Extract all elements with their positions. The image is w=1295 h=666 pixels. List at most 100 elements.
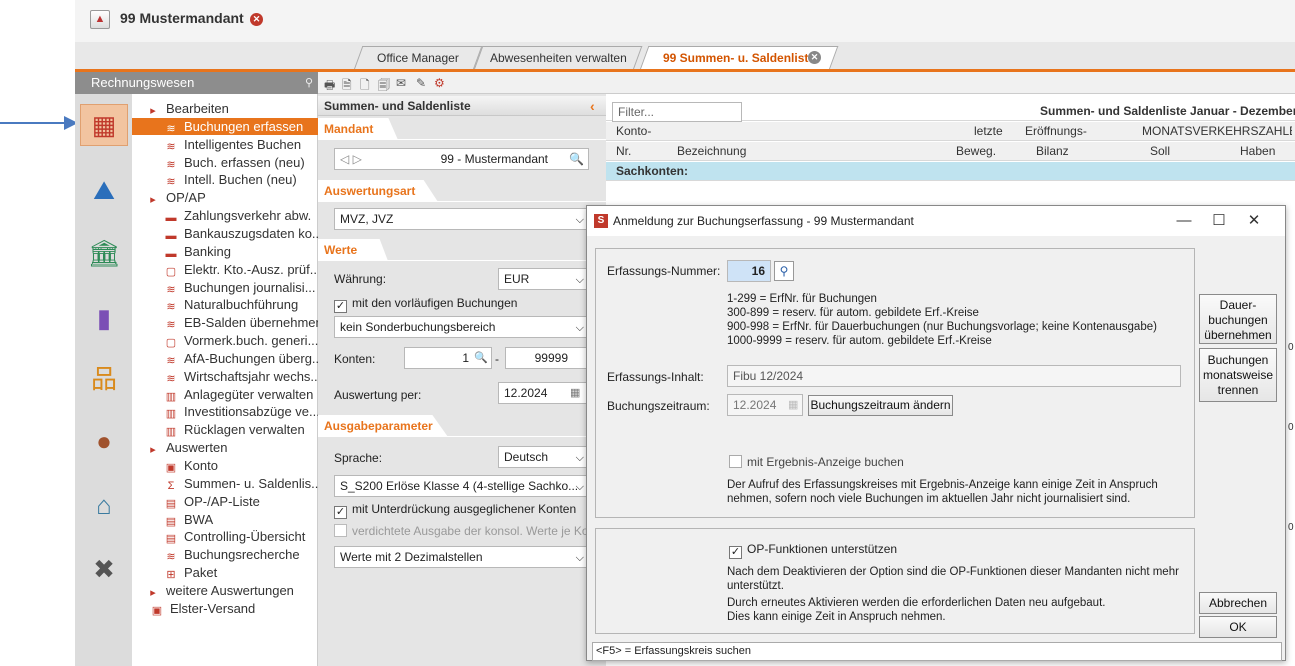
section-auswertungsart: Auswertungsart	[318, 180, 438, 202]
filter-input[interactable]: Filter...	[612, 102, 742, 122]
nav-item-icon: ≋	[166, 122, 176, 135]
info-line: Nach dem Deaktivieren der Option sind di…	[727, 566, 1179, 578]
nav-item[interactable]: ≋ Buch. erfassen (neu)	[132, 154, 318, 172]
abbrechen-button[interactable]: Abbrechen	[1199, 592, 1277, 614]
kontenrahmen-select[interactable]: S_S200 Erlöse Klasse 4 (4-stellige Sachk…	[334, 475, 589, 497]
nav-item-icon: ▣	[165, 462, 177, 474]
nav-item[interactable]: ≋ Intell. Buchen (neu)	[132, 171, 318, 189]
nav-item[interactable]: ⊞ Paket	[132, 564, 318, 582]
nav-folder[interactable]: ▸ Bearbeiten	[132, 100, 318, 118]
tab-office-manager[interactable]: Office Manager	[353, 46, 483, 70]
nav-label: weitere Auswertungen	[166, 582, 294, 598]
nav-item[interactable]: Σ Summen- u. Saldenlis...	[132, 475, 318, 493]
nav-arrows-icon[interactable]: ◁ ▷	[340, 152, 362, 166]
nav-item[interactable]: ▬ Zahlungsverkehr abw.	[132, 207, 318, 225]
checkbox-checked-icon[interactable]: ✓	[729, 546, 742, 559]
dauerbuchungen-button[interactable]: Dauer- buchungen übernehmen	[1199, 294, 1277, 344]
nav-item[interactable]: ▤ OP-/AP-Liste	[132, 493, 318, 511]
people-icon[interactable]: ●	[80, 420, 128, 462]
close-icon[interactable]: ✕	[1237, 206, 1271, 236]
abacus-icon[interactable]: ▦	[80, 104, 128, 146]
waehrung-select[interactable]: EUR	[498, 268, 589, 290]
nav-item-icon: ≋	[166, 140, 176, 153]
home-icon[interactable]: ▲	[90, 10, 110, 29]
nav-label: Wirtschaftsjahr wechs...	[184, 368, 318, 384]
op-funktionen-checkbox[interactable]: ✓ OP-Funktionen unterstützen	[729, 542, 897, 559]
unterdrueckung-checkbox[interactable]: ✓ mit Unterdrückung ausgeglichener Konten	[334, 502, 576, 519]
pin-icon[interactable]: ⚲	[305, 76, 313, 89]
tab-abwesenheiten[interactable]: Abwesenheiten verwalten	[473, 46, 643, 70]
nav-item[interactable]: ▥ Rücklagen verwalten	[132, 421, 318, 439]
nav-label: Buchungen journalisi...	[184, 279, 316, 295]
ergebnis-anzeige-checkbox[interactable]: mit Ergebnis-Anzeige buchen	[729, 455, 904, 469]
close-mandant-icon[interactable]: ✕	[250, 13, 263, 26]
checkbox-unchecked-icon[interactable]	[729, 455, 742, 468]
mail-icon[interactable]: ✉	[396, 76, 406, 90]
nav-item[interactable]: ≋ AfA-Buchungen überg...	[132, 350, 318, 368]
mandant-field[interactable]: ◁ ▷ 99 - Mustermandant 🔍	[334, 148, 589, 170]
nav-folder[interactable]: ▸ Auswerten	[132, 439, 318, 457]
nav-folder[interactable]: ▸ weitere Auswertungen	[132, 582, 318, 600]
auswertungsart-select[interactable]: MVZ, JVZ	[334, 208, 589, 230]
nav-item[interactable]: ≋ Buchungen erfassen	[132, 117, 318, 136]
checkbox-checked-icon[interactable]: ✓	[334, 506, 347, 519]
folder-icon: ▸	[150, 105, 156, 117]
nav-item[interactable]: ▣ Elster-Versand	[132, 600, 318, 618]
tools-icon[interactable]: ✖	[80, 548, 128, 590]
edit-icon[interactable]: ✎	[416, 76, 426, 90]
settings-icon[interactable]: ⚙	[434, 76, 445, 90]
collapse-panel-icon[interactable]: ‹	[590, 98, 595, 114]
nav-item-icon: ▤	[165, 497, 177, 510]
checkbox-checked-icon[interactable]: ✓	[334, 300, 347, 313]
nav-item-icon: ≋	[166, 372, 176, 385]
close-tab-icon[interactable]: ✕	[808, 51, 821, 64]
sprache-select[interactable]: Deutsch	[498, 446, 589, 468]
nav-folder[interactable]: ▸ OP/AP	[132, 189, 318, 207]
erfassungsnummer-label: Erfassungs-Nummer:	[607, 264, 721, 278]
calendar-icon[interactable]: ▦	[570, 386, 580, 399]
binoculars-icon[interactable]: ⚲	[774, 261, 794, 281]
minimize-icon[interactable]: —	[1167, 206, 1201, 236]
nav-item[interactable]: ≋ EB-Salden übernehmen	[132, 314, 318, 332]
nav-item[interactable]: ≋ Buchungsrecherche	[132, 546, 318, 564]
search-icon[interactable]: 🔍	[474, 351, 488, 364]
header-haben: Haben	[1240, 144, 1276, 158]
auswertung-per-label: Auswertung per:	[334, 388, 422, 402]
bank-icon[interactable]: 🏛	[80, 232, 128, 274]
vorlaeufige-buchungen-checkbox[interactable]: ✓ mit den vorläufigen Buchungen	[334, 296, 517, 313]
nav-item[interactable]: ≋ Buchungen journalisi...	[132, 279, 318, 297]
erfassungsnummer-input[interactable]: 16	[727, 260, 771, 282]
archive-icon[interactable]: ⌂	[80, 484, 128, 526]
nav-item[interactable]: ▬ Bankauszugsdaten ko...	[132, 225, 319, 243]
calendar-icon[interactable]: ▦	[788, 398, 798, 411]
konten-to-input[interactable]: 99999	[505, 347, 589, 369]
nav-item[interactable]: ▥ Investitionsabzüge ve...	[132, 403, 318, 421]
nav-item[interactable]: ≋ Naturalbuchführung	[132, 296, 318, 314]
nav-item[interactable]: ▤ Controlling-Übersicht	[132, 528, 318, 546]
monatsweise-trennen-button[interactable]: Buchungen monatsweise trennen	[1199, 348, 1277, 402]
sonderbereich-select[interactable]: kein Sonderbuchungsbereich	[334, 316, 589, 338]
maximize-icon[interactable]: ☐	[1202, 206, 1236, 236]
erfassungsinhalt-input[interactable]: Fibu 12/2024	[727, 365, 1181, 387]
nav-item[interactable]: ≋ Wirtschaftsjahr wechs...	[132, 368, 318, 386]
nav-item[interactable]: ▥ Anlagegüter verwalten	[132, 386, 318, 404]
nav-item[interactable]: ▢ Elektr. Kto.-Ausz. prüf...	[132, 261, 318, 279]
nav-item[interactable]: ▤ BWA	[132, 511, 318, 529]
nav-label: EB-Salden übernehmen	[184, 315, 318, 331]
asset-icon[interactable]: ⛰	[80, 170, 128, 212]
bar-chart-icon[interactable]: ▮	[80, 297, 128, 339]
zeitraum-aendern-button[interactable]: Buchungszeitraum ändern	[808, 395, 953, 416]
nav-label: AfA-Buchungen überg...	[184, 350, 318, 366]
nav-label: OP-/AP-Liste	[184, 493, 260, 509]
search-people-icon[interactable]: 🔍	[569, 149, 584, 169]
verdichtet-checkbox[interactable]: verdichtete Ausgabe der konsol. Werte je…	[334, 524, 589, 538]
nav-item-icon: ▤	[165, 515, 177, 528]
org-chart-icon[interactable]: 品	[80, 356, 128, 398]
nav-item[interactable]: ▢ Vormerk.buch. generi...	[132, 332, 318, 350]
nav-label: Konto	[184, 458, 218, 473]
nav-item[interactable]: ▣ Konto	[132, 457, 318, 475]
nav-item[interactable]: ▬ Banking	[132, 243, 318, 261]
ok-button[interactable]: OK	[1199, 616, 1277, 638]
dezimal-select[interactable]: Werte mit 2 Dezimalstellen	[334, 546, 589, 568]
nav-item[interactable]: ≋ Intelligentes Buchen	[132, 136, 318, 154]
